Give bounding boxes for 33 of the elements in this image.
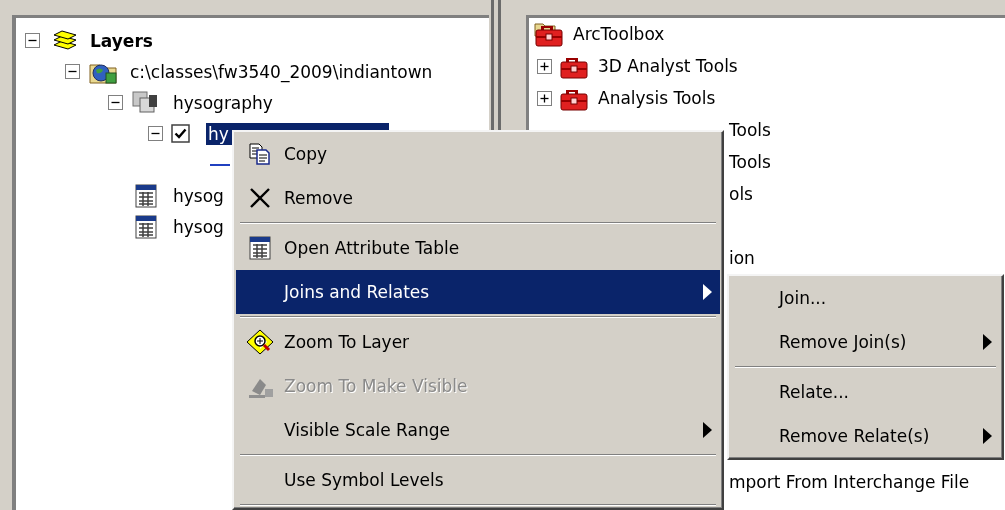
toolbox-name[interactable]: ArcToolbox bbox=[573, 24, 665, 44]
toolset-name[interactable]: Tools bbox=[729, 120, 771, 140]
menu-item[interactable]: Remove Join(s) bbox=[731, 320, 1000, 364]
layer-name[interactable]: hysog bbox=[171, 184, 226, 207]
menu-item[interactable]: Copy bbox=[236, 132, 720, 176]
menu-item[interactable]: Remove bbox=[236, 176, 720, 220]
layer-name[interactable]: Layers bbox=[88, 29, 155, 52]
menu-item[interactable]: Use Symbol Levels bbox=[236, 458, 720, 502]
table-icon bbox=[135, 214, 157, 239]
menu-item[interactable]: Zoom To Layer bbox=[236, 320, 720, 364]
copy-icon bbox=[249, 143, 271, 165]
toolset-name[interactable]: ols bbox=[729, 184, 753, 204]
toolset-name[interactable]: Tools bbox=[729, 152, 771, 172]
layer-name[interactable]: hysography bbox=[171, 91, 275, 114]
menu-item[interactable]: Open Attribute Table bbox=[236, 226, 720, 270]
table-icon bbox=[135, 183, 157, 208]
magnifier-diamond-icon bbox=[246, 329, 274, 355]
toolset-name[interactable]: mport From Interchange File bbox=[729, 472, 970, 492]
menu-item[interactable]: Relate... bbox=[731, 370, 1000, 414]
menu-item[interactable]: Visible Scale Range bbox=[236, 408, 720, 452]
x-mark-icon bbox=[249, 187, 271, 209]
toolset-name[interactable]: 3D Analyst Tools bbox=[598, 56, 738, 76]
layer-checkbox[interactable] bbox=[171, 124, 190, 143]
menu-item[interactable]: Remove Relate(s) bbox=[731, 414, 1000, 458]
menu-item[interactable]: Joins and Relates bbox=[236, 270, 720, 314]
layer-name[interactable]: c:\classes\fw3540_2009\indiantown bbox=[128, 60, 435, 83]
toolset-name[interactable]: Analysis Tools bbox=[598, 88, 716, 108]
toolbox-folder-icon bbox=[533, 20, 565, 48]
toolset-name[interactable]: ion bbox=[729, 248, 755, 268]
menu-item[interactable]: Join... bbox=[731, 276, 1000, 320]
line-symbol-icon bbox=[210, 162, 230, 167]
layer-name[interactable]: hysog bbox=[171, 215, 226, 238]
table-icon bbox=[249, 236, 271, 260]
